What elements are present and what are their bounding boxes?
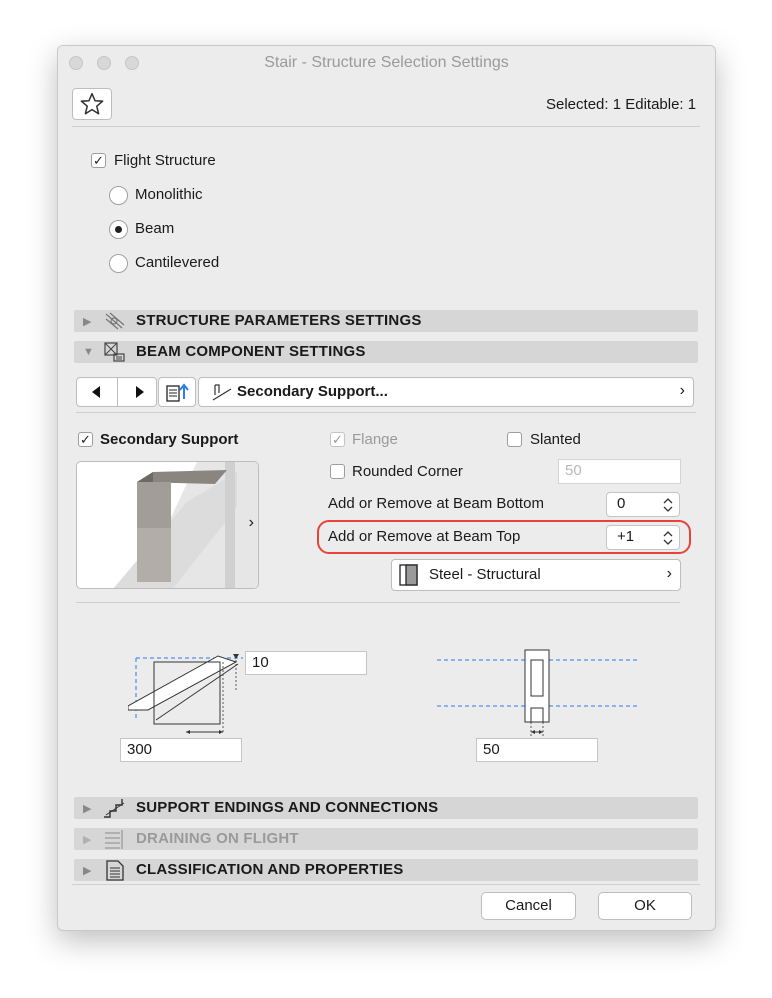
section-title: CLASSIFICATION AND PROPERTIES <box>136 861 404 878</box>
section-beam-component[interactable]: ▼ BEAM COMPONENT SETTINGS <box>74 341 698 363</box>
support-endings-icon <box>104 799 125 818</box>
section-classification[interactable]: ▶ CLASSIFICATION AND PROPERTIES <box>74 859 698 881</box>
star-icon <box>80 92 104 115</box>
list-up-icon <box>166 383 189 402</box>
cantilevered-radio[interactable] <box>109 254 128 273</box>
section-support-endings[interactable]: ▶ SUPPORT ENDINGS AND CONNECTIONS <box>74 797 698 819</box>
favorites-button[interactable] <box>72 88 112 120</box>
slanted-label: Slanted <box>530 431 581 448</box>
ok-button[interactable]: OK <box>598 892 692 920</box>
secondary-support-label: Secondary Support <box>100 431 239 448</box>
rounded-corner-radius-field[interactable]: 50 <box>558 459 681 484</box>
window-title: Stair - Structure Selection Settings <box>264 54 509 71</box>
chevron-right-icon: › <box>666 565 672 582</box>
beam-bottom-label: Add or Remove at Beam Bottom <box>328 495 544 512</box>
arrow-right-icon <box>136 386 144 398</box>
beam-radio[interactable] <box>109 220 128 239</box>
rounded-corner-checkbox[interactable] <box>330 464 345 479</box>
section-title: SUPPORT ENDINGS AND CONNECTIONS <box>136 799 439 816</box>
section-title: STRUCTURE PARAMETERS SETTINGS <box>136 312 422 329</box>
side-section-diagram <box>128 654 243 734</box>
beam-label: Beam <box>135 220 175 237</box>
section-structure-parameters[interactable]: ▶ STRUCTURE PARAMETERS SETTINGS <box>74 310 698 332</box>
top-offset-field[interactable]: 10 <box>245 651 367 675</box>
disclosure-triangle-icon: ▶ <box>83 316 92 328</box>
slanted-checkbox[interactable] <box>507 432 522 447</box>
flight-structure-label: Flight Structure <box>114 152 216 169</box>
section-title: BEAM COMPONENT SETTINGS <box>136 343 366 360</box>
material-label: Steel - Structural <box>429 566 541 583</box>
radio-selected-dot <box>115 226 122 233</box>
stepper-arrows-icon <box>663 531 673 545</box>
header-divider <box>72 126 700 127</box>
title-bar: Stair - Structure Selection Settings <box>58 46 715 80</box>
previous-component-button[interactable] <box>76 377 118 407</box>
stepper-arrows-icon <box>663 498 673 512</box>
disclosure-triangle-open-icon: ▼ <box>83 346 94 358</box>
component-selector-label: Secondary Support... <box>237 383 388 400</box>
flange-checkbox[interactable]: ✓ <box>330 432 345 447</box>
beam-bottom-value: 0 <box>617 495 626 512</box>
cross-section-diagram <box>437 649 639 736</box>
component-selector[interactable]: Secondary Support... › <box>198 377 694 407</box>
thickness-field[interactable]: 50 <box>476 738 598 762</box>
classification-icon <box>106 860 124 881</box>
support-preview-button[interactable]: › <box>76 461 259 589</box>
monolithic-radio[interactable] <box>109 186 128 205</box>
structure-params-icon <box>105 312 125 330</box>
nav-divider <box>76 412 696 413</box>
chevron-right-icon: › <box>248 514 254 531</box>
beam-top-label: Add or Remove at Beam Top <box>328 528 521 545</box>
beam-component-icon <box>104 342 125 362</box>
footer-divider <box>72 884 700 885</box>
material-swatch-icon <box>399 564 418 586</box>
secondary-support-icon <box>212 384 232 401</box>
flight-structure-checkbox[interactable]: ✓ <box>91 153 106 168</box>
beam-bottom-stepper[interactable]: 0 <box>606 492 680 517</box>
dialog-window: Stair - Structure Selection Settings Sel… <box>57 45 716 931</box>
beam-top-stepper[interactable]: +1 <box>606 525 680 550</box>
rounded-corner-label: Rounded Corner <box>352 463 463 480</box>
disclosure-triangle-icon: ▶ <box>83 803 92 815</box>
beam-top-value: +1 <box>617 528 635 545</box>
cancel-button[interactable]: Cancel <box>481 892 576 920</box>
material-selector[interactable]: Steel - Structural › <box>391 559 681 591</box>
secondary-support-checkbox[interactable]: ✓ <box>78 432 93 447</box>
chevron-right-icon: › <box>679 382 685 399</box>
component-list-button[interactable] <box>158 377 196 407</box>
support-preview-image <box>113 462 258 588</box>
disclosure-triangle-icon: ▶ <box>83 834 92 846</box>
selection-count: Selected: 1 Editable: 1 <box>546 96 697 113</box>
monolithic-label: Monolithic <box>135 186 203 203</box>
section-draining[interactable]: ▶ DRAINING ON FLIGHT <box>74 828 698 850</box>
draining-icon <box>105 830 123 849</box>
cantilevered-label: Cantilevered <box>135 254 220 271</box>
section-title: DRAINING ON FLIGHT <box>136 830 299 847</box>
component-divider <box>76 602 680 603</box>
disclosure-triangle-icon: ▶ <box>83 865 92 877</box>
next-component-button[interactable] <box>117 377 157 407</box>
width-field[interactable]: 300 <box>120 738 242 762</box>
flange-label: Flange <box>352 431 398 448</box>
arrow-left-icon <box>92 386 100 398</box>
